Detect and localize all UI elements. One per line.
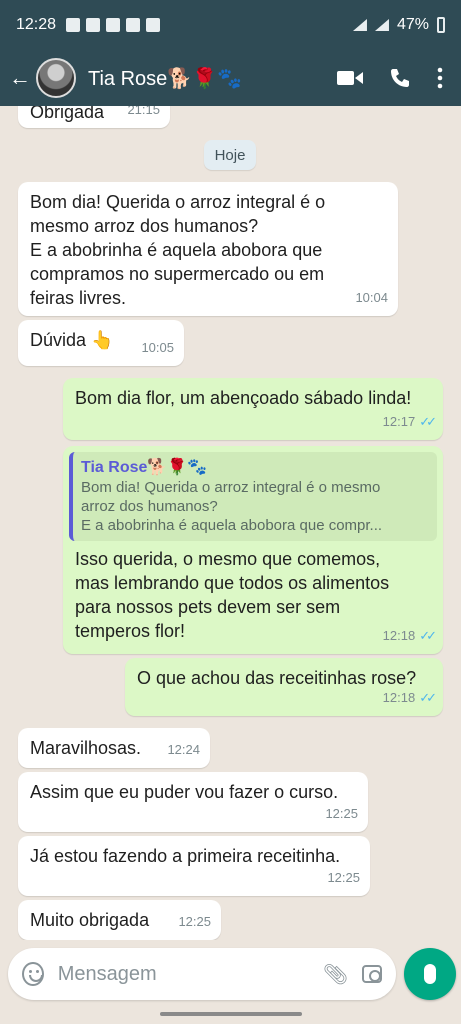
voice-message-button[interactable]	[404, 948, 456, 1000]
message-bubble-outgoing[interactable]: Bom dia flor, um abençoado sábado linda!…	[63, 378, 443, 440]
wifi-icon	[374, 19, 389, 31]
facebook-icon	[126, 18, 141, 32]
more-options-icon[interactable]	[437, 67, 443, 89]
message-time: 12:25	[327, 870, 360, 885]
facebook-icon	[106, 18, 121, 32]
message-bubble-outgoing[interactable]: O que achou das receitinhas rose? 12:18 ✓…	[125, 658, 443, 716]
read-receipt-icon: ✓✓	[419, 690, 437, 705]
back-arrow-icon[interactable]: ←	[0, 50, 36, 106]
message-bubble-outgoing-reply[interactable]: Tia Rose🐕🌹🐾 Bom dia! Querida o arroz int…	[63, 446, 443, 654]
message-composer: 📎︎	[8, 948, 396, 1000]
chat-header: ← Tia Rose🐕🌹🐾	[0, 50, 461, 106]
message-time: 12:18 ✓✓	[383, 686, 437, 710]
status-time: 12:28	[16, 16, 57, 33]
emoji-icon[interactable]	[22, 962, 44, 986]
message-time: 12:24	[167, 742, 200, 757]
quoted-message[interactable]: Tia Rose🐕🌹🐾 Bom dia! Querida o arroz int…	[69, 452, 437, 541]
contact-avatar[interactable]	[36, 58, 76, 98]
battery-icon	[437, 17, 445, 33]
system-icons: 47%	[352, 16, 445, 34]
quoted-text: Bom dia! Querida o arroz integral é o me…	[81, 479, 383, 534]
camera-icon[interactable]	[362, 965, 382, 983]
message-text: Assim que eu puder vou fazer o curso.	[30, 782, 339, 802]
message-time: 12:18 ✓✓	[383, 624, 437, 648]
message-bubble-incoming[interactable]: Dúvida 👆 10:05	[18, 320, 184, 366]
date-divider: Hoje	[204, 140, 256, 170]
message-bubble-incoming[interactable]: Obrigada 21:15	[18, 106, 170, 128]
status-bar: 12:28 47%	[0, 0, 461, 50]
message-text: Já estou fazendo a primeira receitinha.	[30, 846, 341, 866]
video-call-icon[interactable]	[337, 69, 363, 87]
message-bubble-incoming[interactable]: Já estou fazendo a primeira receitinha. …	[18, 836, 370, 896]
message-bubble-incoming[interactable]: Assim que eu puder vou fazer o curso. 12…	[18, 772, 368, 832]
read-receipt-icon: ✓✓	[419, 414, 437, 429]
message-time: 21:15	[127, 106, 160, 117]
message-time: 12:25	[178, 914, 211, 929]
facebook-icon	[86, 18, 101, 32]
chat-area[interactable]: Obrigada 21:15 Hoje Bom dia! Querida o a…	[0, 106, 461, 940]
attach-icon[interactable]: 📎︎	[323, 962, 348, 987]
message-bubble-incoming[interactable]: Maravilhosas. 12:24	[18, 728, 210, 768]
battery-percent: 47%	[396, 16, 429, 33]
message-text: Bom dia! Querida o arroz integral é o me…	[30, 192, 326, 308]
youtube-icon	[146, 18, 161, 32]
message-time: 12:25	[325, 806, 358, 821]
notification-icons	[66, 18, 161, 32]
message-time: 10:04	[355, 290, 388, 305]
message-bubble-incoming[interactable]: Muito obrigada 12:25	[18, 900, 221, 940]
gallery-icon	[66, 18, 81, 32]
microphone-icon	[424, 964, 436, 984]
signal-icon	[352, 19, 367, 31]
message-time: 12:17 ✓✓	[383, 410, 437, 434]
message-bubble-incoming[interactable]: Bom dia! Querida o arroz integral é o me…	[18, 182, 398, 316]
message-input[interactable]	[57, 962, 323, 986]
home-indicator	[160, 1012, 302, 1016]
read-receipt-icon: ✓✓	[419, 628, 437, 643]
message-time: 10:05	[141, 340, 174, 355]
quoted-sender: Tia Rose🐕🌹🐾	[81, 459, 208, 476]
contact-name[interactable]: Tia Rose🐕🌹🐾	[88, 66, 337, 91]
phone-icon[interactable]	[389, 67, 411, 89]
message-text: Bom dia flor, um abençoado sábado linda!	[75, 388, 412, 408]
